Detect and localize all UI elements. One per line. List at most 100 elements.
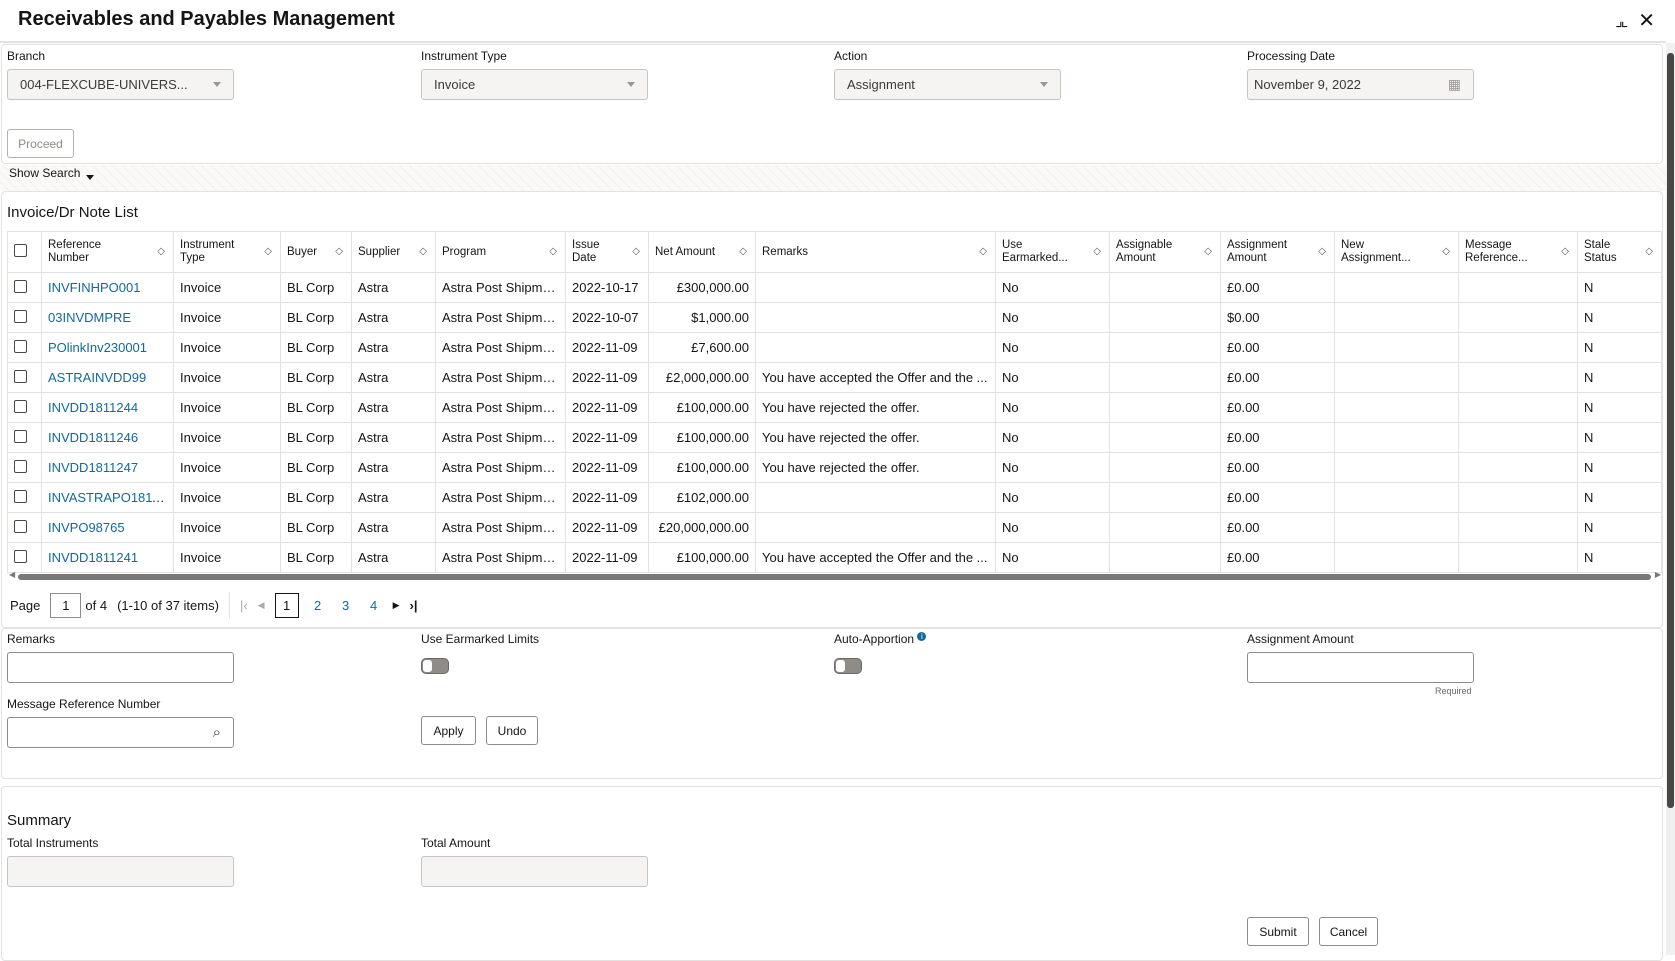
cancel-button[interactable]: Cancel [1319, 917, 1378, 946]
sort-icon[interactable]: ◇ [1442, 245, 1450, 258]
reference-link[interactable]: INVFINHPO001 [48, 280, 140, 295]
sort-icon[interactable]: ◇ [419, 245, 427, 258]
sort-icon[interactable]: ◇ [1093, 245, 1101, 258]
row-checkbox[interactable] [14, 279, 27, 293]
row-checkbox[interactable] [14, 369, 27, 383]
table-row[interactable]: POlinkInv230001 Invoice BL Corp Astra Astra … [7, 332, 1662, 363]
processing-date-input[interactable]: November 9, 2022 ▦ [1247, 69, 1474, 100]
row-select-cell[interactable] [7, 302, 42, 333]
first-page-icon[interactable]: |‹ [240, 598, 248, 613]
row-checkbox[interactable] [14, 459, 27, 473]
compress-icon[interactable]: ⌟⌞ [1615, 11, 1628, 31]
row-select-cell[interactable] [7, 392, 42, 423]
row-select-cell[interactable] [7, 482, 42, 513]
reference-link[interactable]: INVDD1811246 [48, 430, 138, 445]
message-ref-input[interactable]: ⌕ [7, 717, 234, 748]
row-select-cell[interactable] [7, 512, 42, 543]
row-select-cell[interactable] [7, 272, 42, 303]
column-header[interactable]: Message Reference... ◇ [1458, 231, 1578, 273]
sort-icon[interactable]: ◇ [157, 245, 165, 258]
sort-icon[interactable]: ◇ [1318, 245, 1326, 258]
column-header[interactable]: Remarks ◇ [755, 231, 996, 273]
table-row[interactable]: INVDD1811246 Invoice BL Corp Astra Astra Pos… [7, 422, 1662, 453]
sort-icon[interactable]: ◇ [739, 245, 747, 258]
table-row[interactable]: INVASTRAPO1811243 Invoice BL Corp Astra Astr… [7, 482, 1662, 513]
column-header[interactable]: New Assignment... ◇ [1334, 231, 1459, 273]
page-3[interactable]: 3 [337, 598, 355, 613]
sort-icon[interactable]: ◇ [1561, 245, 1569, 258]
page-4[interactable]: 4 [365, 598, 383, 613]
sort-icon[interactable]: ◇ [979, 245, 987, 258]
table-row[interactable]: INVDD1811241 Invoice BL Corp Astra Astra Pos… [7, 542, 1662, 573]
sort-icon[interactable]: ◇ [1204, 245, 1212, 258]
last-page-icon[interactable]: ›| [410, 598, 418, 613]
assignment-amount-input[interactable] [1247, 652, 1474, 683]
action-select[interactable]: Assignment [834, 69, 1061, 100]
row-select-cell[interactable] [7, 542, 42, 573]
row-checkbox[interactable] [14, 519, 27, 533]
instrument-type-select[interactable]: Invoice [421, 69, 648, 100]
proceed-button[interactable]: Proceed [7, 129, 74, 158]
scroll-right-icon[interactable]: ▶ [1655, 570, 1661, 579]
submit-button[interactable]: Submit [1247, 917, 1309, 946]
column-header[interactable]: Use Earmarked... ◇ [995, 231, 1110, 273]
table-row[interactable]: ASTRAINVDD99 Invoice BL Corp Astra Astra Pos… [7, 362, 1662, 393]
search-icon[interactable]: ⌕ [213, 724, 221, 741]
scroll-left-icon[interactable]: ◀ [9, 570, 15, 579]
sort-icon[interactable]: ◇ [632, 245, 640, 258]
reference-link[interactable]: POlinkInv230001 [48, 340, 147, 355]
table-row[interactable]: INVDD1811244 Invoice BL Corp Astra Astra Pos… [7, 392, 1662, 423]
sort-icon[interactable]: ◇ [335, 245, 343, 258]
sort-icon[interactable]: ◇ [1645, 245, 1653, 258]
page-2[interactable]: 2 [309, 598, 327, 613]
select-all-checkbox[interactable] [14, 243, 27, 257]
reference-link[interactable]: ASTRAINVDD99 [48, 370, 146, 385]
table-row[interactable]: INVPO98765 Invoice BL Corp Astra Astra Post … [7, 512, 1662, 543]
row-checkbox[interactable] [14, 399, 27, 413]
column-header[interactable]: Assignable Amount ◇ [1109, 231, 1221, 273]
column-header[interactable]: Net Amount ◇ [648, 231, 756, 273]
column-header[interactable]: Issue Date ◇ [565, 231, 649, 273]
page-input[interactable]: 1 [50, 592, 82, 618]
row-select-cell[interactable] [7, 362, 42, 393]
select-all-cell[interactable] [7, 231, 42, 273]
row-select-cell[interactable] [7, 452, 42, 483]
reference-link[interactable]: INVDD1811247 [48, 460, 138, 475]
page-1[interactable]: 1 [274, 592, 299, 618]
row-checkbox[interactable] [14, 549, 27, 563]
table-row[interactable]: 03INVDMPRE Invoice BL Corp Astra Astra Post … [7, 302, 1662, 333]
table-row[interactable]: INVFINHPO001 Invoice BL Corp Astra Astra Pos… [7, 272, 1662, 303]
reference-link[interactable]: INVDD1811244 [48, 400, 138, 415]
remarks-input[interactable] [7, 652, 234, 683]
column-header[interactable]: Supplier ◇ [351, 231, 436, 273]
scroll-thumb[interactable] [1667, 53, 1674, 808]
row-checkbox[interactable] [14, 339, 27, 353]
row-checkbox[interactable] [14, 489, 27, 503]
show-search-toggle[interactable]: Show Search [9, 166, 95, 180]
close-icon[interactable]: ✕ [1638, 8, 1655, 33]
next-page-icon[interactable]: ▶ [393, 600, 400, 611]
earmarked-toggle[interactable] [421, 658, 449, 674]
column-header[interactable]: Reference Number ◇ [41, 231, 174, 273]
vertical-scrollbar[interactable] [1666, 43, 1675, 955]
sort-icon[interactable]: ◇ [264, 245, 272, 258]
prev-page-icon[interactable]: ◀ [258, 600, 265, 611]
calendar-icon[interactable]: ▦ [1448, 76, 1461, 93]
row-select-cell[interactable] [7, 332, 42, 363]
scroll-thumb[interactable] [18, 574, 1651, 580]
column-header[interactable]: Assignment Amount ◇ [1220, 231, 1335, 273]
column-header[interactable]: Stale Status ◇ [1577, 231, 1662, 273]
sort-icon[interactable]: ◇ [549, 245, 557, 258]
reference-link[interactable]: 03INVDMPRE [48, 310, 131, 325]
branch-select[interactable]: 004-FLEXCUBE-UNIVERS... [7, 69, 234, 100]
reference-link[interactable]: INVPO98765 [48, 520, 125, 535]
undo-button[interactable]: Undo [486, 716, 538, 745]
apply-button[interactable]: Apply [421, 716, 476, 745]
reference-link[interactable]: INVDD1811241 [48, 550, 138, 565]
horizontal-scrollbar[interactable]: ◀ ▶ [9, 570, 1661, 582]
auto-apportion-toggle[interactable] [834, 658, 862, 674]
column-header[interactable]: Buyer ◇ [280, 231, 352, 273]
row-checkbox[interactable] [14, 429, 27, 443]
reference-link[interactable]: INVASTRAPO1811243 [48, 490, 173, 505]
column-header[interactable]: Instrument Type ◇ [173, 231, 281, 273]
